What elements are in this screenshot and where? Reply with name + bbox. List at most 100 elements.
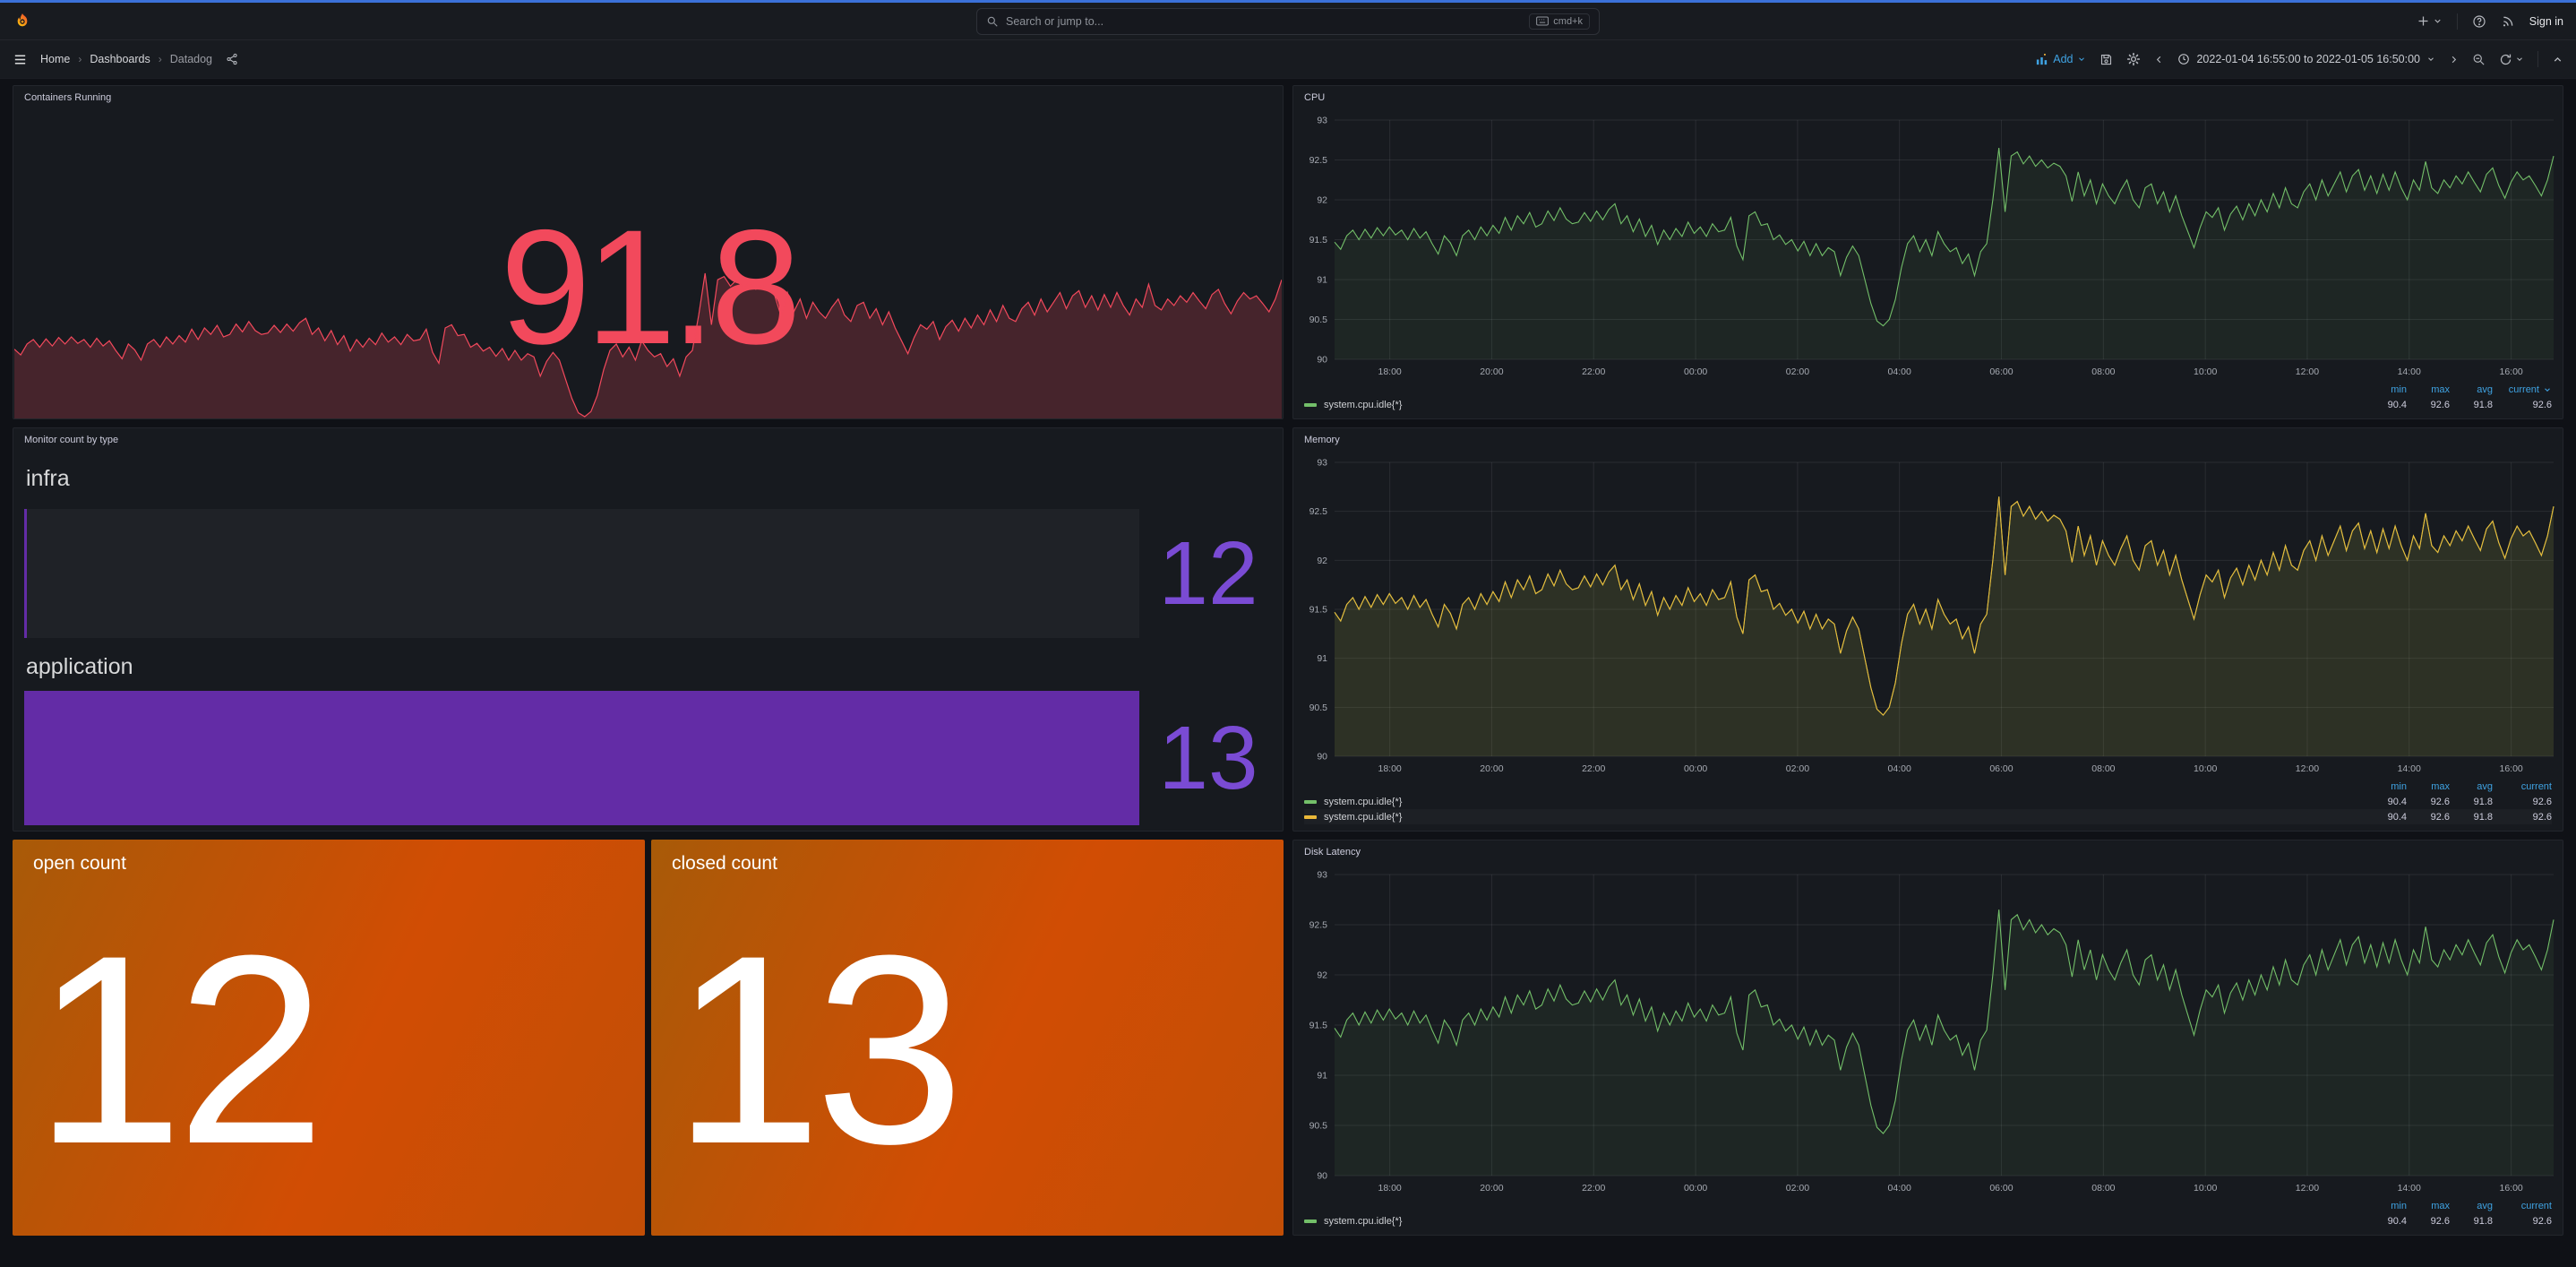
svg-text:93: 93 xyxy=(1317,870,1327,881)
time-range-picker[interactable]: 2022-01-04 16:55:00 to 2022-01-05 16:50:… xyxy=(2177,53,2435,65)
panel-title[interactable]: Monitor count by type xyxy=(13,428,1283,452)
refresh-button[interactable] xyxy=(2499,53,2524,66)
dashboard-settings-button[interactable] xyxy=(2126,52,2141,66)
svg-text:91: 91 xyxy=(1317,653,1327,664)
legend-sort-current[interactable]: current xyxy=(2493,384,2552,395)
panel-title[interactable]: Containers Running xyxy=(13,86,1283,109)
sign-in-button[interactable]: Sign in xyxy=(2529,15,2563,28)
bar-track[interactable] xyxy=(24,509,1139,638)
stat-current: 92.6 xyxy=(2493,812,2552,823)
panel-title[interactable]: Memory xyxy=(1293,428,2563,452)
search-icon xyxy=(986,15,999,28)
panel-title[interactable]: open count xyxy=(33,853,126,875)
svg-text:90.5: 90.5 xyxy=(1309,702,1328,713)
svg-text:16:00: 16:00 xyxy=(2499,763,2522,774)
legend-sort-avg[interactable]: avg xyxy=(2450,1201,2493,1211)
legend-series[interactable]: system.cpu.idle{*} xyxy=(1304,797,2364,807)
legend-sort-max[interactable]: max xyxy=(2407,1201,2450,1211)
stat-current: 92.6 xyxy=(2493,1216,2552,1227)
zoom-out-icon xyxy=(2472,53,2486,66)
containers-sparkline-chart[interactable] xyxy=(14,272,1282,418)
breadcrumb-home[interactable]: Home xyxy=(40,53,70,65)
cpu-chart[interactable]: 18:0020:0022:0000:0002:0004:0006:0008:00… xyxy=(1293,109,2563,382)
legend-sort-min[interactable]: min xyxy=(2364,781,2407,792)
panel-title[interactable]: Disk Latency xyxy=(1293,840,2563,864)
panel-containers-running: Containers Running 91.8 xyxy=(13,85,1284,419)
svg-text:00:00: 00:00 xyxy=(1684,366,1707,377)
time-shift-back-button[interactable] xyxy=(2154,55,2164,65)
legend-series[interactable]: system.cpu.idle{*} xyxy=(1304,812,2364,823)
legend-sort-max[interactable]: max xyxy=(2407,384,2450,395)
help-circle-icon xyxy=(2472,14,2486,29)
save-icon xyxy=(2099,53,2113,66)
panel-memory: Memory 18:0020:0022:0000:0002:0004:0006:… xyxy=(1292,427,2563,832)
add-panel-button[interactable]: Add xyxy=(2035,53,2086,66)
legend-sort-min[interactable]: min xyxy=(2364,384,2407,395)
divider xyxy=(2457,13,2458,30)
breadcrumb-separator: › xyxy=(78,53,82,65)
share-icon[interactable] xyxy=(226,53,238,65)
stat-current: 92.6 xyxy=(2493,797,2552,807)
bar-fill-1 xyxy=(24,691,1139,825)
svg-text:91: 91 xyxy=(1317,1071,1327,1082)
svg-text:91.5: 91.5 xyxy=(1309,605,1328,616)
legend-sort-avg[interactable]: avg xyxy=(2450,384,2493,395)
memory-chart[interactable]: 18:0020:0022:0000:0002:0004:0006:0008:00… xyxy=(1293,452,2563,779)
breadcrumb-current: Datadog xyxy=(170,53,212,65)
new-button[interactable] xyxy=(2417,14,2443,28)
shortcut-badge: cmd+k xyxy=(1529,13,1590,30)
search-placeholder: Search or jump to... xyxy=(1006,15,1522,28)
panel-open-count: open count 12 xyxy=(13,840,645,1236)
svg-text:22:00: 22:00 xyxy=(1582,1183,1605,1194)
svg-text:04:00: 04:00 xyxy=(1888,1183,1911,1194)
rss-icon xyxy=(2501,14,2515,29)
menu-hamburger-icon[interactable] xyxy=(13,52,28,67)
svg-text:16:00: 16:00 xyxy=(2499,1183,2522,1194)
svg-text:04:00: 04:00 xyxy=(1888,763,1911,774)
dashboard-toolbar: Home › Dashboards › Datadog Add xyxy=(0,40,2576,79)
svg-text:93: 93 xyxy=(1317,458,1327,469)
grafana-logo-icon[interactable] xyxy=(13,12,32,31)
time-shift-forward-button[interactable] xyxy=(2449,55,2459,65)
help-button[interactable] xyxy=(2472,14,2486,29)
search-input[interactable]: Search or jump to... cmd+k xyxy=(976,8,1600,35)
panel-title[interactable]: CPU xyxy=(1293,86,2563,109)
divider xyxy=(2537,51,2538,67)
legend-series[interactable]: system.cpu.idle{*} xyxy=(1304,1216,2364,1227)
svg-text:08:00: 08:00 xyxy=(2091,1183,2115,1194)
breadcrumb-dashboards[interactable]: Dashboards xyxy=(90,53,150,65)
legend-sort-current[interactable]: current xyxy=(2493,1201,2552,1211)
legend-sort-avg[interactable]: avg xyxy=(2450,781,2493,792)
svg-text:02:00: 02:00 xyxy=(1786,1183,1809,1194)
svg-text:12:00: 12:00 xyxy=(2296,366,2319,377)
save-dashboard-button[interactable] xyxy=(2099,53,2113,66)
legend-sort-min[interactable]: min xyxy=(2364,1201,2407,1211)
news-button[interactable] xyxy=(2501,14,2515,29)
bar-track[interactable] xyxy=(24,691,1139,825)
panel-cpu: CPU 18:0020:0022:0000:0002:0004:0006:000… xyxy=(1292,85,2563,419)
series-swatch-icon xyxy=(1304,815,1317,819)
legend-sort-current[interactable]: current xyxy=(2493,781,2552,792)
bar-value-infra: 12 xyxy=(1141,529,1275,618)
chevron-down-icon xyxy=(2515,55,2524,64)
disk-latency-chart[interactable]: 18:0020:0022:0000:0002:0004:0006:0008:00… xyxy=(1293,864,2563,1198)
stat-max: 92.6 xyxy=(2407,400,2450,410)
panel-title[interactable]: closed count xyxy=(672,853,777,875)
collapse-toolbar-button[interactable] xyxy=(2552,54,2563,65)
svg-text:04:00: 04:00 xyxy=(1888,366,1911,377)
legend-series[interactable]: system.cpu.idle{*} xyxy=(1304,400,2364,410)
memory-legend: min max avg current system.cpu.idle{*} 9… xyxy=(1293,779,2563,831)
stat-avg: 91.8 xyxy=(2450,797,2493,807)
stat-avg: 91.8 xyxy=(2450,1216,2493,1227)
svg-text:00:00: 00:00 xyxy=(1684,1183,1707,1194)
svg-text:14:00: 14:00 xyxy=(2398,1183,2421,1194)
svg-text:18:00: 18:00 xyxy=(1378,366,1402,377)
angle-left-icon xyxy=(2154,55,2164,65)
stat-value: 13 xyxy=(673,915,957,1184)
svg-text:91.5: 91.5 xyxy=(1309,235,1328,246)
zoom-out-time-button[interactable] xyxy=(2472,53,2486,66)
legend-sort-max[interactable]: max xyxy=(2407,781,2450,792)
bar-value-application: 13 xyxy=(1141,713,1275,803)
bottom-left-panels: open count 12 closed count 13 xyxy=(13,840,1284,1236)
panel-disk-latency: Disk Latency 18:0020:0022:0000:0002:0004… xyxy=(1292,840,2563,1236)
